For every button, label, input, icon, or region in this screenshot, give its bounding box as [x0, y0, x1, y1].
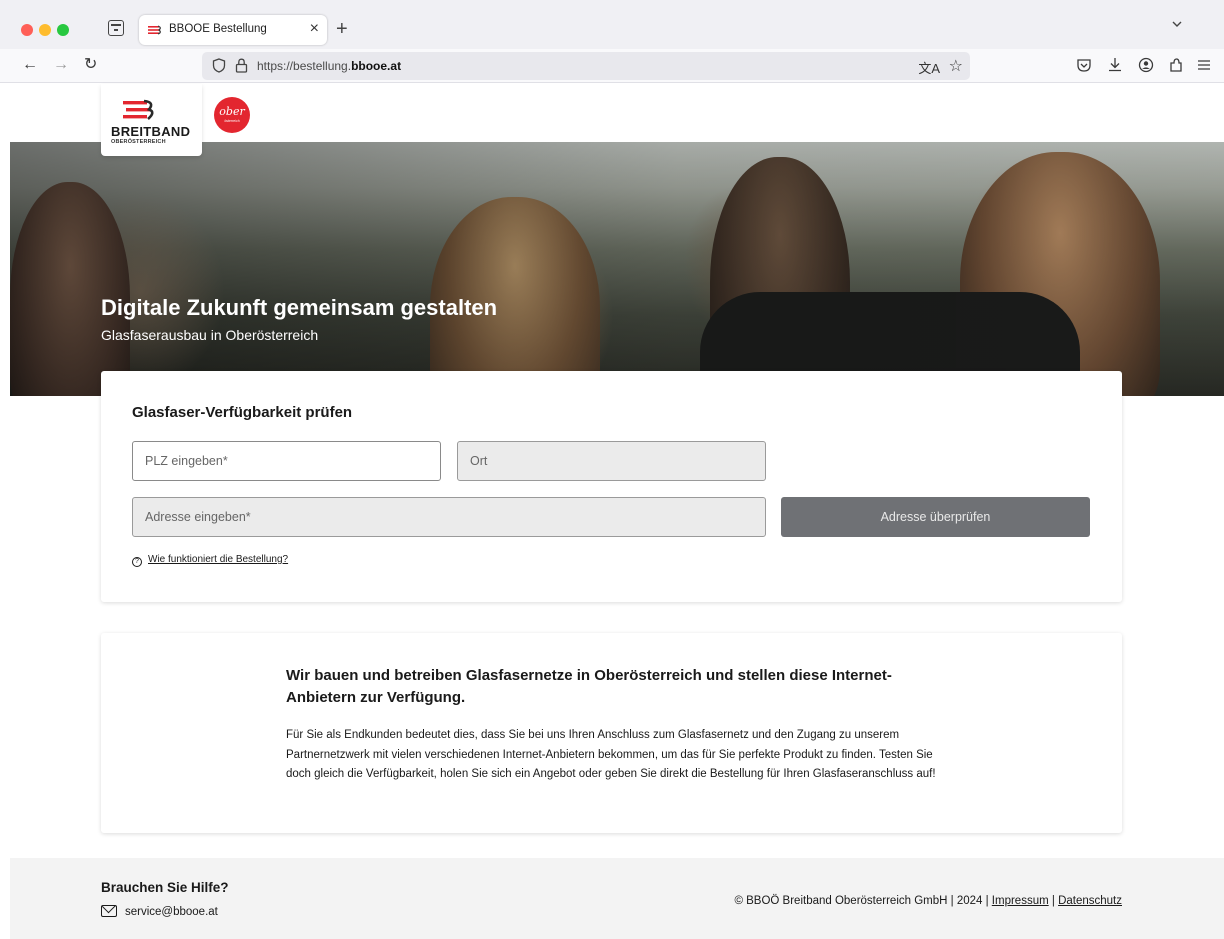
- help-circle-icon: ?: [132, 557, 142, 567]
- pocket-icon[interactable]: [1075, 56, 1093, 74]
- account-icon[interactable]: [1137, 56, 1155, 74]
- address-input[interactable]: Adresse eingeben*: [132, 497, 766, 537]
- hero-overlay: [10, 142, 1224, 396]
- hero-banner: Digitale Zukunft gemeinsam gestalten Gla…: [10, 142, 1224, 396]
- close-icon[interactable]: ×: [310, 19, 319, 39]
- ober-logo-text: ober: [219, 105, 245, 118]
- availability-check-card: Glasfaser-Verfügbarkeit prüfen PLZ einge…: [101, 371, 1122, 602]
- tracking-shield-icon[interactable]: [212, 58, 226, 73]
- site-footer: Brauchen Sie Hilfe? service@bbooe.at © B…: [10, 858, 1224, 939]
- window-zoom-button[interactable]: [57, 24, 69, 36]
- chevron-down-icon[interactable]: [1172, 19, 1182, 29]
- browser-nav-bar: ← → ↻ https://bestellung.bbooe.at 文A ☆: [0, 49, 1224, 83]
- logo-subtitle: OBERÖSTERREICH: [111, 139, 166, 145]
- menu-icon[interactable]: [1195, 56, 1213, 74]
- datenschutz-link[interactable]: Datenschutz: [1058, 895, 1122, 907]
- extensions-icon[interactable]: [1167, 56, 1185, 74]
- tab-overview-icon[interactable]: [108, 20, 124, 36]
- bookmark-star-icon[interactable]: ☆: [949, 56, 963, 76]
- ort-input[interactable]: Ort: [457, 441, 766, 481]
- howto-link[interactable]: Wie funktioniert die Bestellung?: [148, 554, 288, 565]
- mail-icon: [101, 905, 117, 917]
- howto-row: ? Wie funktioniert die Bestellung?: [132, 554, 288, 567]
- url-bar[interactable]: https://bestellung.bbooe.at 文A ☆: [202, 52, 970, 80]
- info-body: Für Sie als Endkunden bedeutet dies, das…: [286, 729, 936, 780]
- oberoesterreich-logo[interactable]: ober österreich: [214, 97, 250, 133]
- copyright-text: © BBOÖ Breitband Oberösterreich GmbH | 2…: [734, 895, 992, 907]
- reload-icon[interactable]: ↻: [84, 55, 97, 75]
- window-close-button[interactable]: [21, 24, 33, 36]
- info-heading: Wir bauen und betreiben Glasfasernetze i…: [286, 667, 892, 706]
- browser-tab-active[interactable]: BBOOE Bestellung ×: [139, 15, 327, 45]
- hero-title: Digitale Zukunft gemeinsam gestalten: [101, 295, 498, 320]
- window-minimize-button[interactable]: [39, 24, 51, 36]
- forward-arrow-icon[interactable]: →: [53, 55, 69, 75]
- help-title: Brauchen Sie Hilfe?: [101, 880, 229, 895]
- info-card: Wir bauen und betreiben Glasfasernetze i…: [101, 633, 1122, 833]
- download-icon[interactable]: [1106, 56, 1124, 74]
- breitband-logo[interactable]: BREITBAND OBERÖSTERREICH: [101, 84, 202, 156]
- footer-legal: © BBOÖ Breitband Oberösterreich GmbH | 2…: [734, 895, 1122, 907]
- logo-wordmark: BREITBAND: [111, 124, 191, 139]
- availability-title: Glasfaser-Verfügbarkeit prüfen: [132, 404, 353, 421]
- breitband-logo-mark: [123, 99, 154, 120]
- lock-icon[interactable]: [235, 58, 248, 73]
- check-address-button[interactable]: Adresse überprüfen: [781, 497, 1090, 537]
- contact-email-link[interactable]: service@bbooe.at: [125, 906, 218, 918]
- footer-separator: |: [1048, 895, 1059, 907]
- url-text[interactable]: https://bestellung.bbooe.at: [257, 59, 401, 73]
- bbooe-favicon-icon: [148, 25, 161, 35]
- plz-input[interactable]: PLZ eingeben*: [132, 441, 441, 481]
- browser-tab-bar: BBOOE Bestellung × +: [0, 0, 1224, 49]
- tab-title: BBOOE Bestellung: [169, 23, 267, 35]
- translate-icon[interactable]: 文A: [918, 58, 940, 77]
- impressum-link[interactable]: Impressum: [992, 895, 1049, 907]
- back-arrow-icon[interactable]: ←: [22, 55, 38, 75]
- plus-icon[interactable]: +: [336, 18, 348, 40]
- hero-subtitle: Glasfaserausbau in Oberösterreich: [101, 327, 319, 343]
- ober-logo-subtext: österreich: [224, 119, 240, 123]
- contact-email-row: service@bbooe.at: [101, 905, 218, 918]
